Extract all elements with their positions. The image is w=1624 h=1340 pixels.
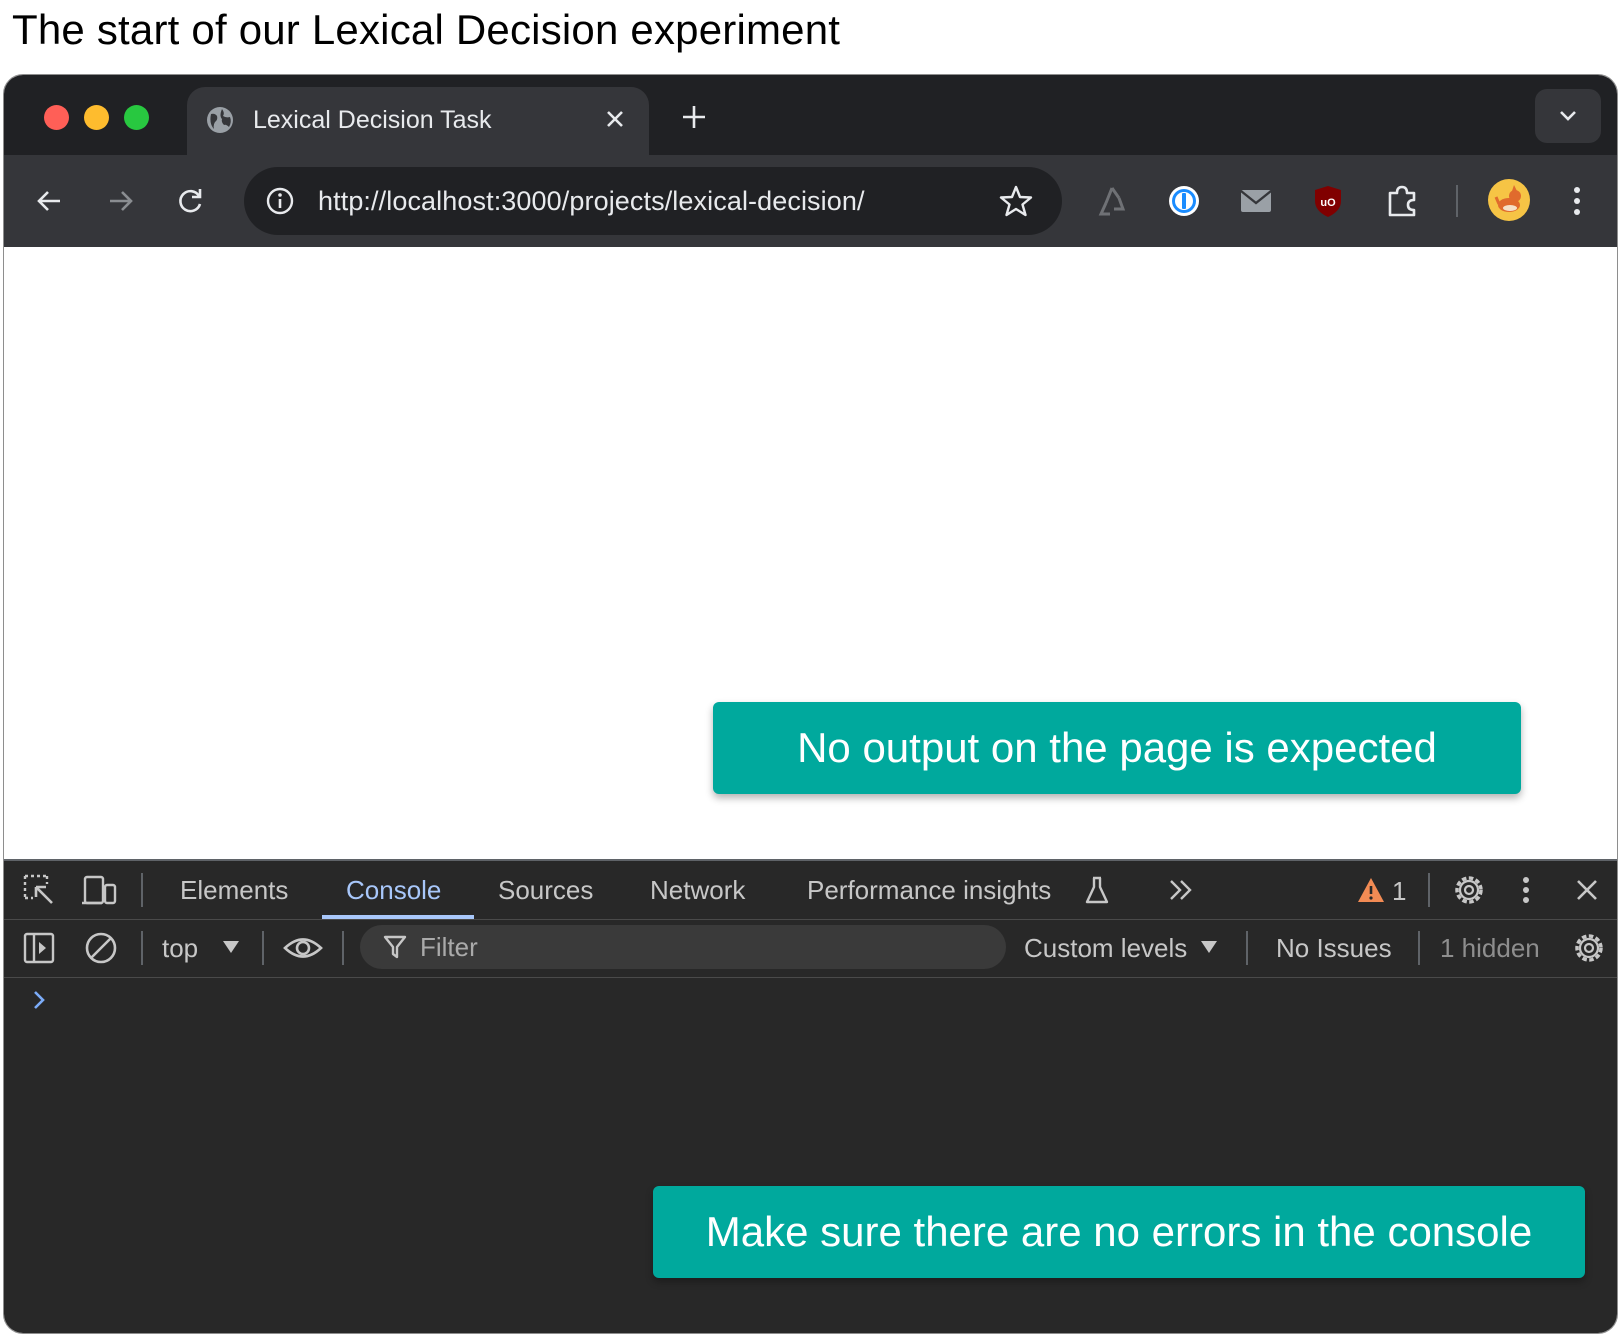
console-errors-callout: Make sure there are no errors in the con…: [653, 1186, 1585, 1278]
tab-sources[interactable]: Sources: [498, 873, 593, 907]
close-devtools-icon[interactable]: [1570, 873, 1604, 907]
new-tab-button[interactable]: [672, 95, 716, 139]
toolbar-separator: [1418, 931, 1420, 965]
toolbar-separator: [141, 931, 143, 965]
more-tabs-chevron-icon[interactable]: [1166, 875, 1196, 905]
tab-title: Lexical Decision Task: [253, 106, 492, 134]
tab-console[interactable]: Console: [346, 873, 441, 907]
svg-text:uO: uO: [1320, 197, 1336, 209]
issues-button[interactable]: No Issues: [1276, 931, 1392, 965]
warning-count[interactable]: 1: [1392, 874, 1406, 908]
chevron-down-icon: [1560, 111, 1576, 121]
devtools-tab-bar: Elements Console Sources Network Perform…: [4, 861, 1617, 920]
maximize-window-button[interactable]: [124, 105, 149, 130]
browser-tab[interactable]: Lexical Decision Task: [187, 87, 649, 155]
devtools-menu-icon[interactable]: [1516, 873, 1536, 907]
warning-icon[interactable]: [1356, 875, 1386, 905]
puzzle-extensions-icon[interactable]: [1382, 181, 1422, 221]
recycle-extension-icon[interactable]: [1092, 181, 1132, 221]
address-bar[interactable]: http://localhost:3000/projects/lexical-d…: [244, 167, 1062, 235]
tab-search-button[interactable]: [1535, 89, 1601, 143]
browser-toolbar: http://localhost:3000/projects/lexical-d…: [4, 155, 1617, 247]
toolbar-separator: [141, 873, 143, 907]
info-icon[interactable]: [264, 185, 296, 217]
toolbar-divider: [1456, 185, 1458, 217]
console-filter-input[interactable]: Filter: [360, 925, 1006, 969]
tab-close-icon[interactable]: [599, 103, 631, 135]
tab-elements[interactable]: Elements: [180, 873, 288, 907]
mail-icon[interactable]: [1236, 181, 1276, 221]
url-text[interactable]: http://localhost:3000/projects/lexical-d…: [318, 183, 865, 219]
log-levels-dropdown[interactable]: Custom levels: [1024, 931, 1187, 965]
reload-icon[interactable]: [168, 179, 212, 223]
globe-icon: [205, 105, 235, 135]
password-manager-icon[interactable]: [1164, 181, 1204, 221]
console-settings-gear-icon[interactable]: [1572, 931, 1606, 965]
settings-gear-icon[interactable]: [1452, 873, 1486, 907]
filter-funnel-icon: [382, 933, 408, 961]
page-output-callout: No output on the page is expected: [713, 702, 1521, 794]
forward-arrow-icon[interactable]: [98, 179, 142, 223]
back-arrow-icon[interactable]: [28, 179, 72, 223]
close-window-button[interactable]: [44, 105, 69, 130]
filter-placeholder: Filter: [420, 932, 478, 962]
toolbar-separator: [262, 931, 264, 965]
console-toolbar: top Filter Custom levels No Issues 1 hid…: [4, 919, 1617, 978]
figure-caption: The start of our Lexical Decision experi…: [12, 6, 841, 53]
sidebar-toggle-icon[interactable]: [22, 931, 56, 965]
bookmark-star-icon[interactable]: [998, 183, 1034, 219]
tab-strip: Lexical Decision Task: [4, 75, 1617, 155]
profile-avatar[interactable]: [1488, 179, 1530, 221]
dropdown-triangle-icon[interactable]: [1200, 939, 1218, 955]
live-expression-eye-icon[interactable]: [282, 931, 324, 965]
context-selector[interactable]: top: [162, 931, 198, 965]
minimize-window-button[interactable]: [84, 105, 109, 130]
ublock-shield-icon[interactable]: uO: [1308, 181, 1348, 221]
toolbar-separator: [1428, 873, 1430, 907]
inspect-element-icon[interactable]: [22, 873, 56, 907]
hidden-messages-count: 1 hidden: [1440, 933, 1540, 963]
toolbar-separator: [1246, 931, 1248, 965]
console-prompt-chevron-icon[interactable]: [30, 985, 50, 1015]
flask-icon: [1084, 875, 1110, 905]
clear-console-icon[interactable]: [84, 931, 118, 965]
dropdown-triangle-icon[interactable]: [222, 939, 240, 955]
device-toolbar-icon[interactable]: [82, 873, 118, 907]
tab-network[interactable]: Network: [650, 873, 745, 907]
tab-performance-insights[interactable]: Performance insights: [807, 873, 1051, 907]
browser-menu-icon[interactable]: [1562, 179, 1592, 223]
toolbar-separator: [342, 931, 344, 965]
